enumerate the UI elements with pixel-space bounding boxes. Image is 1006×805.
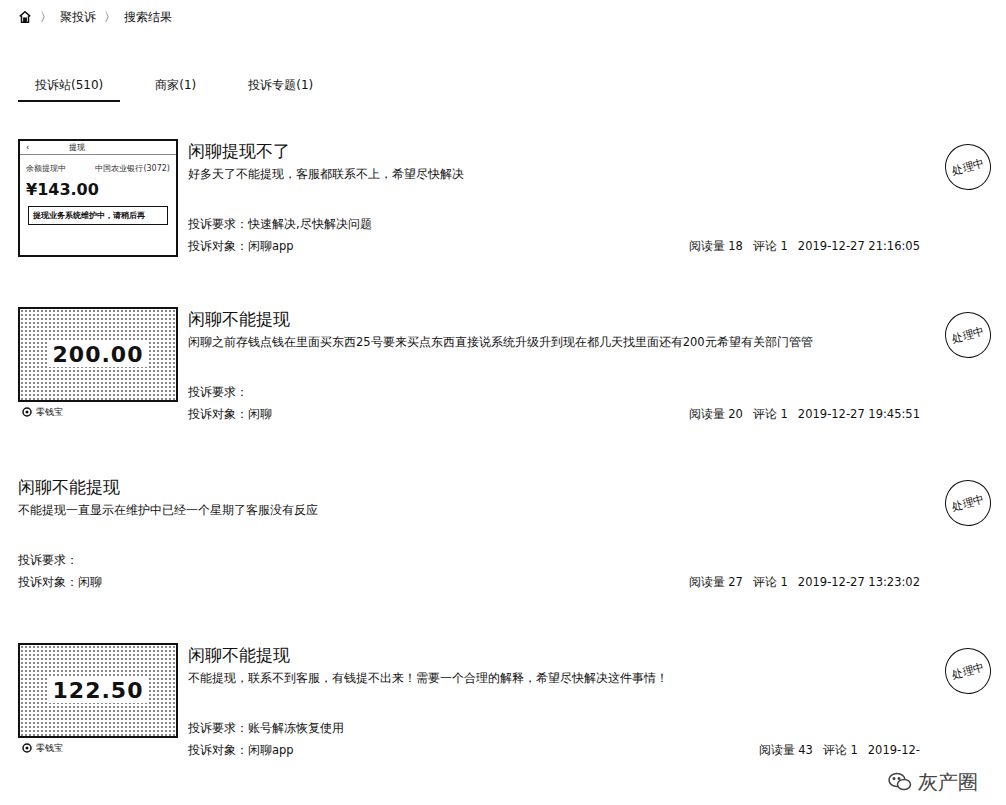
thumbnail[interactable]: ‹提现余额提现中中国农业银行(3072)¥143.00 提现业务系统维护中，请稍后… (18, 139, 178, 261)
status-badge: 处理中 (940, 307, 996, 363)
complaint-time: 2019-12-27 13:23:02 (798, 571, 920, 593)
complaint-footer: 投诉对象：闲聊app 阅读量 18 评论 1 2019-12-27 21:16:05 (188, 235, 920, 257)
complaint-description: 好多天了不能提现，客服都联系不上，希望尽快解决 (188, 165, 920, 183)
comment-count: 评论 1 (753, 403, 788, 425)
tab[interactable]: 投诉专题(1) (231, 72, 330, 102)
balance-amount: 200.00 (47, 342, 150, 367)
watermark: 灰产圈 (888, 769, 978, 795)
complaint-item: 122.50零钱宝闲聊不能提现不能提现，联系不到客服，有钱提不出来！需要一个合理… (18, 643, 991, 765)
status-badge: 处理中 (940, 139, 996, 195)
complaint-requirement: 投诉要求：账号解冻恢复使用 (188, 717, 920, 739)
complaint-footer: 投诉对象：闲聊 阅读量 20 评论 1 2019-12-27 19:45:51 (188, 403, 920, 425)
complaint-title[interactable]: 闲聊不能提现 (188, 307, 920, 331)
complaint-content: 闲聊提现不了好多天了不能提现，客服都联系不上，希望尽快解决投诉要求：快速解决,尽… (188, 139, 920, 261)
complaint-item: ‹提现余额提现中中国农业银行(3072)¥143.00 提现业务系统维护中，请稍后… (18, 139, 991, 261)
complaint-time: 2019-12-27 19:45:51 (798, 403, 920, 425)
complaint-target: 投诉对象：闲聊 (188, 403, 272, 425)
screen-header: ‹提现 (20, 141, 176, 155)
complaint-meta: 阅读量 20 评论 1 2019-12-27 19:45:51 (689, 403, 920, 425)
breadcrumb-separator: 〉 (40, 8, 52, 26)
complaint-requirement: 投诉要求： (188, 381, 920, 403)
complaint-content: 闲聊不能提现闲聊之前存钱点钱在里面买东西25号要来买点东西直接说系统升级升到现在… (188, 307, 920, 429)
thumbnail[interactable]: 122.50 零钱宝 (18, 643, 178, 765)
read-count: 阅读量 18 (689, 235, 743, 257)
complaint-title[interactable]: 闲聊不能提现 (188, 643, 920, 667)
read-count: 阅读量 20 (689, 403, 743, 425)
complaint-title[interactable]: 闲聊提现不了 (188, 139, 920, 163)
complaint-target: 投诉对象：闲聊app (188, 235, 294, 257)
thumbnail[interactable]: 200.00 零钱宝 (18, 307, 178, 429)
tab[interactable]: 商家(1) (138, 72, 213, 102)
screenshot-thumbnail[interactable]: ‹提现余额提现中中国农业银行(3072)¥143.00 提现业务系统维护中，请稍后… (18, 139, 178, 257)
balance-thumbnail[interactable]: 200.00 (18, 307, 178, 402)
complaint-requirement: 投诉要求：快速解决,尽快解决问题 (188, 213, 920, 235)
wechat-icon (888, 772, 912, 792)
balance-thumbnail[interactable]: 122.50 (18, 643, 178, 738)
complaint-footer: 投诉对象：闲聊app 阅读量 43 评论 1 2019-12- (188, 739, 920, 761)
complaint-description: 闲聊之前存钱点钱在里面买东西25号要来买点东西直接说系统升级升到现在都几天找里面… (188, 333, 920, 351)
complaint-content: 闲聊不能提现不能提现一直显示在维护中已经一个星期了客服没有反应投诉要求：投诉对象… (18, 475, 920, 597)
status-badge: 处理中 (940, 475, 996, 531)
thumbnail-caption: 零钱宝 (18, 406, 178, 418)
breadcrumb-separator: 〉 (104, 8, 116, 26)
read-count: 阅读量 43 (759, 739, 813, 761)
complaint-content: 闲聊不能提现不能提现，联系不到客服，有钱提不出来！需要一个合理的解释，希望尽快解… (188, 643, 920, 765)
complaint-meta: 阅读量 27 评论 1 2019-12-27 13:23:02 (689, 571, 920, 593)
complaint-item: 200.00零钱宝闲聊不能提现闲聊之前存钱点钱在里面买东西25号要来买点东西直接… (18, 307, 991, 429)
complaint-target: 投诉对象：闲聊app (188, 739, 294, 761)
comment-count: 评论 1 (823, 739, 858, 761)
complaint-time: 2019-12- (868, 739, 920, 761)
complaint-meta: 阅读量 18 评论 1 2019-12-27 21:16:05 (689, 235, 920, 257)
complaint-description: 不能提现，联系不到客服，有钱提不出来！需要一个合理的解释，希望尽快解决这件事情！ (188, 669, 920, 687)
screen-lines: 余额提现中中国农业银行(3072) (20, 155, 176, 178)
complaint-title[interactable]: 闲聊不能提现 (18, 475, 920, 499)
complaint-list: ‹提现余额提现中中国农业银行(3072)¥143.00 提现业务系统维护中，请稍后… (18, 139, 991, 765)
tab-bar: 投诉站(510) 商家(1) 投诉专题(1) (18, 72, 991, 102)
balance-amount: 122.50 (47, 678, 150, 703)
coin-icon (22, 743, 32, 753)
coin-icon (22, 407, 32, 417)
complaint-meta: 阅读量 43 评论 1 2019-12- (759, 739, 920, 761)
tab[interactable]: 投诉站(510) (18, 72, 120, 102)
complaint-requirement: 投诉要求： (18, 549, 920, 571)
status-badge: 处理中 (940, 643, 996, 699)
home-icon[interactable] (18, 10, 32, 24)
screen-notice: 提现业务系统维护中，请稍后再 (28, 206, 168, 225)
search-results-page: 〉聚投诉〉搜索结果投诉站(510)商家(1)投诉专题(1)‹提现余额提现中中国农… (0, 0, 1006, 805)
breadcrumb-item[interactable]: 聚投诉 (60, 8, 96, 26)
complaint-description: 不能提现一直显示在维护中已经一个星期了客服没有反应 (18, 501, 920, 519)
breadcrumb: 〉聚投诉〉搜索结果 (18, 8, 991, 26)
read-count: 阅读量 27 (689, 571, 743, 593)
complaint-time: 2019-12-27 21:16:05 (798, 235, 920, 257)
screen-amount: ¥143.00 (20, 178, 176, 202)
complaint-item: 闲聊不能提现不能提现一直显示在维护中已经一个星期了客服没有反应投诉要求：投诉对象… (18, 475, 991, 597)
breadcrumb-item[interactable]: 搜索结果 (124, 8, 172, 26)
complaint-footer: 投诉对象：闲聊 阅读量 27 评论 1 2019-12-27 13:23:02 (18, 571, 920, 593)
complaint-target: 投诉对象：闲聊 (18, 571, 102, 593)
comment-count: 评论 1 (753, 571, 788, 593)
comment-count: 评论 1 (753, 235, 788, 257)
thumbnail-caption: 零钱宝 (18, 742, 178, 754)
